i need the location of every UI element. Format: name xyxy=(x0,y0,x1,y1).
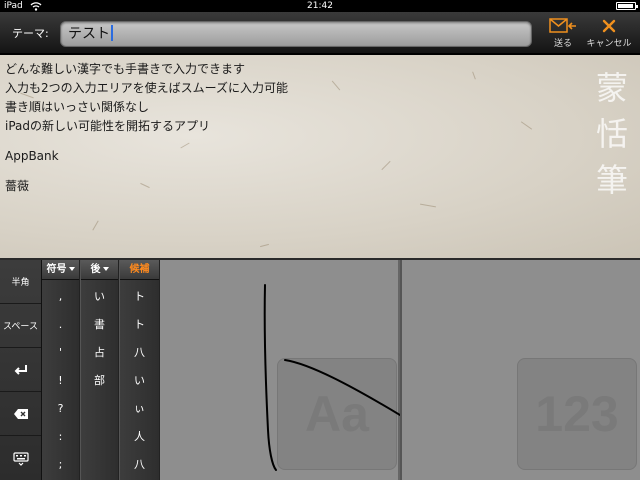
top-toolbar: テーマ: テスト 送る キャンセル xyxy=(0,12,640,54)
symbol-item[interactable]: ? xyxy=(42,395,79,423)
candidate-header[interactable]: 候補 xyxy=(120,260,159,280)
delete-icon xyxy=(13,408,28,419)
symbol-header[interactable]: 符号 xyxy=(42,260,79,280)
hankaku-key[interactable]: 半角 xyxy=(0,260,41,304)
next-char-header[interactable]: 後 xyxy=(81,260,118,280)
memo-line: 入力も2つの入力エリアを使えばスムーズに入力可能 xyxy=(5,81,289,95)
memo-line: どんな難しい漢字でも手書きで入力できます xyxy=(5,62,246,76)
handwriting-keyboard: 半角 スペース 符号 , . ' ! ?: ; 後 い 書 占 部 候補 ト … xyxy=(0,258,640,480)
brand-char: 筆 xyxy=(596,161,629,199)
memo-paper-area[interactable]: どんな難しい漢字でも手書きで入力できます 入力も2つの入力エリアを使えばスムーズ… xyxy=(0,55,640,258)
theme-label: テーマ: xyxy=(12,27,49,40)
candidate-item[interactable]: ト xyxy=(120,283,159,311)
memo-line: iPadの新しい可能性を開拓するアプリ xyxy=(5,119,211,133)
memo-blank-line xyxy=(5,136,288,147)
space-key[interactable]: スペース xyxy=(0,304,41,348)
keyboard-hide-key[interactable] xyxy=(0,436,41,480)
next-char-item[interactable]: 書 xyxy=(81,311,118,339)
memo-text: どんな難しい漢字でも手書きで入力できます 入力も2つの入力エリアを使えばスムーズ… xyxy=(5,60,288,196)
next-char-item[interactable]: 部 xyxy=(81,367,118,395)
memo-blank-line xyxy=(5,166,288,177)
send-button[interactable]: 送る xyxy=(548,18,578,49)
app-brand-vertical: 蒙 恬 筆 xyxy=(596,65,629,203)
space-label: スペース xyxy=(3,322,38,332)
status-time: 21:42 xyxy=(307,1,333,11)
dropdown-triangle-icon xyxy=(68,267,75,271)
candidate-item[interactable]: 八 xyxy=(120,451,159,479)
next-char-item[interactable]: 占 xyxy=(81,339,118,367)
candidate-item[interactable]: ト xyxy=(120,311,159,339)
next-char-header-label: 後 xyxy=(90,264,101,275)
next-char-item[interactable]: い xyxy=(81,283,118,311)
cancel-button[interactable]: キャンセル xyxy=(584,18,634,49)
candidate-item[interactable]: い xyxy=(120,367,159,395)
text-cursor xyxy=(111,25,113,41)
candidate-item[interactable]: 八 xyxy=(120,339,159,367)
symbol-header-label: 符号 xyxy=(46,264,67,275)
candidate-column: 候補 ト ト 八 い ぃ 人 八 xyxy=(120,260,160,480)
envelope-send-icon xyxy=(549,18,576,33)
hankaku-label: 半角 xyxy=(11,278,30,288)
theme-input[interactable]: テスト xyxy=(60,21,532,47)
side-key-column: 半角 スペース xyxy=(0,260,42,480)
symbol-column: 符号 , . ' ! ? : ; xyxy=(42,260,80,480)
symbol-item[interactable]: , xyxy=(42,283,79,311)
memo-line: AppBank xyxy=(5,149,59,163)
candidate-item[interactable]: 人 xyxy=(120,423,159,451)
symbol-item[interactable]: ! xyxy=(42,367,79,395)
handwriting-stroke xyxy=(263,284,400,471)
symbol-item[interactable]: : xyxy=(42,423,79,451)
memo-line: 書き順はいっさい関係なし xyxy=(5,100,150,114)
status-bar: iPad 21:42 xyxy=(0,0,640,12)
candidate-item[interactable]: ぃ xyxy=(120,395,159,423)
return-key[interactable] xyxy=(0,348,41,392)
battery-icon xyxy=(616,2,638,10)
handwriting-area-right[interactable]: 123 xyxy=(402,260,640,480)
return-icon xyxy=(14,364,27,375)
dropdown-triangle-icon xyxy=(102,267,109,271)
brand-char: 蒙 xyxy=(596,69,629,107)
send-label: 送る xyxy=(553,39,572,49)
delete-key[interactable] xyxy=(0,392,41,436)
next-char-column: 後 い 書 占 部 xyxy=(81,260,119,480)
x-cancel-icon xyxy=(602,19,616,33)
battery-level-fill xyxy=(618,4,634,8)
symbol-item[interactable]: ' xyxy=(42,339,79,367)
symbol-item[interactable]: ; xyxy=(42,451,79,479)
theme-input-value: テスト xyxy=(68,26,110,42)
brand-char: 恬 xyxy=(596,115,629,153)
symbol-item[interactable]: . xyxy=(42,311,79,339)
memo-line: 薔薇 xyxy=(5,179,30,193)
cancel-label: キャンセル xyxy=(586,39,632,49)
numeric-mode-box[interactable]: 123 xyxy=(517,358,637,470)
handwriting-area-left[interactable]: Aa xyxy=(160,260,400,480)
keyboard-hide-icon xyxy=(12,452,29,466)
